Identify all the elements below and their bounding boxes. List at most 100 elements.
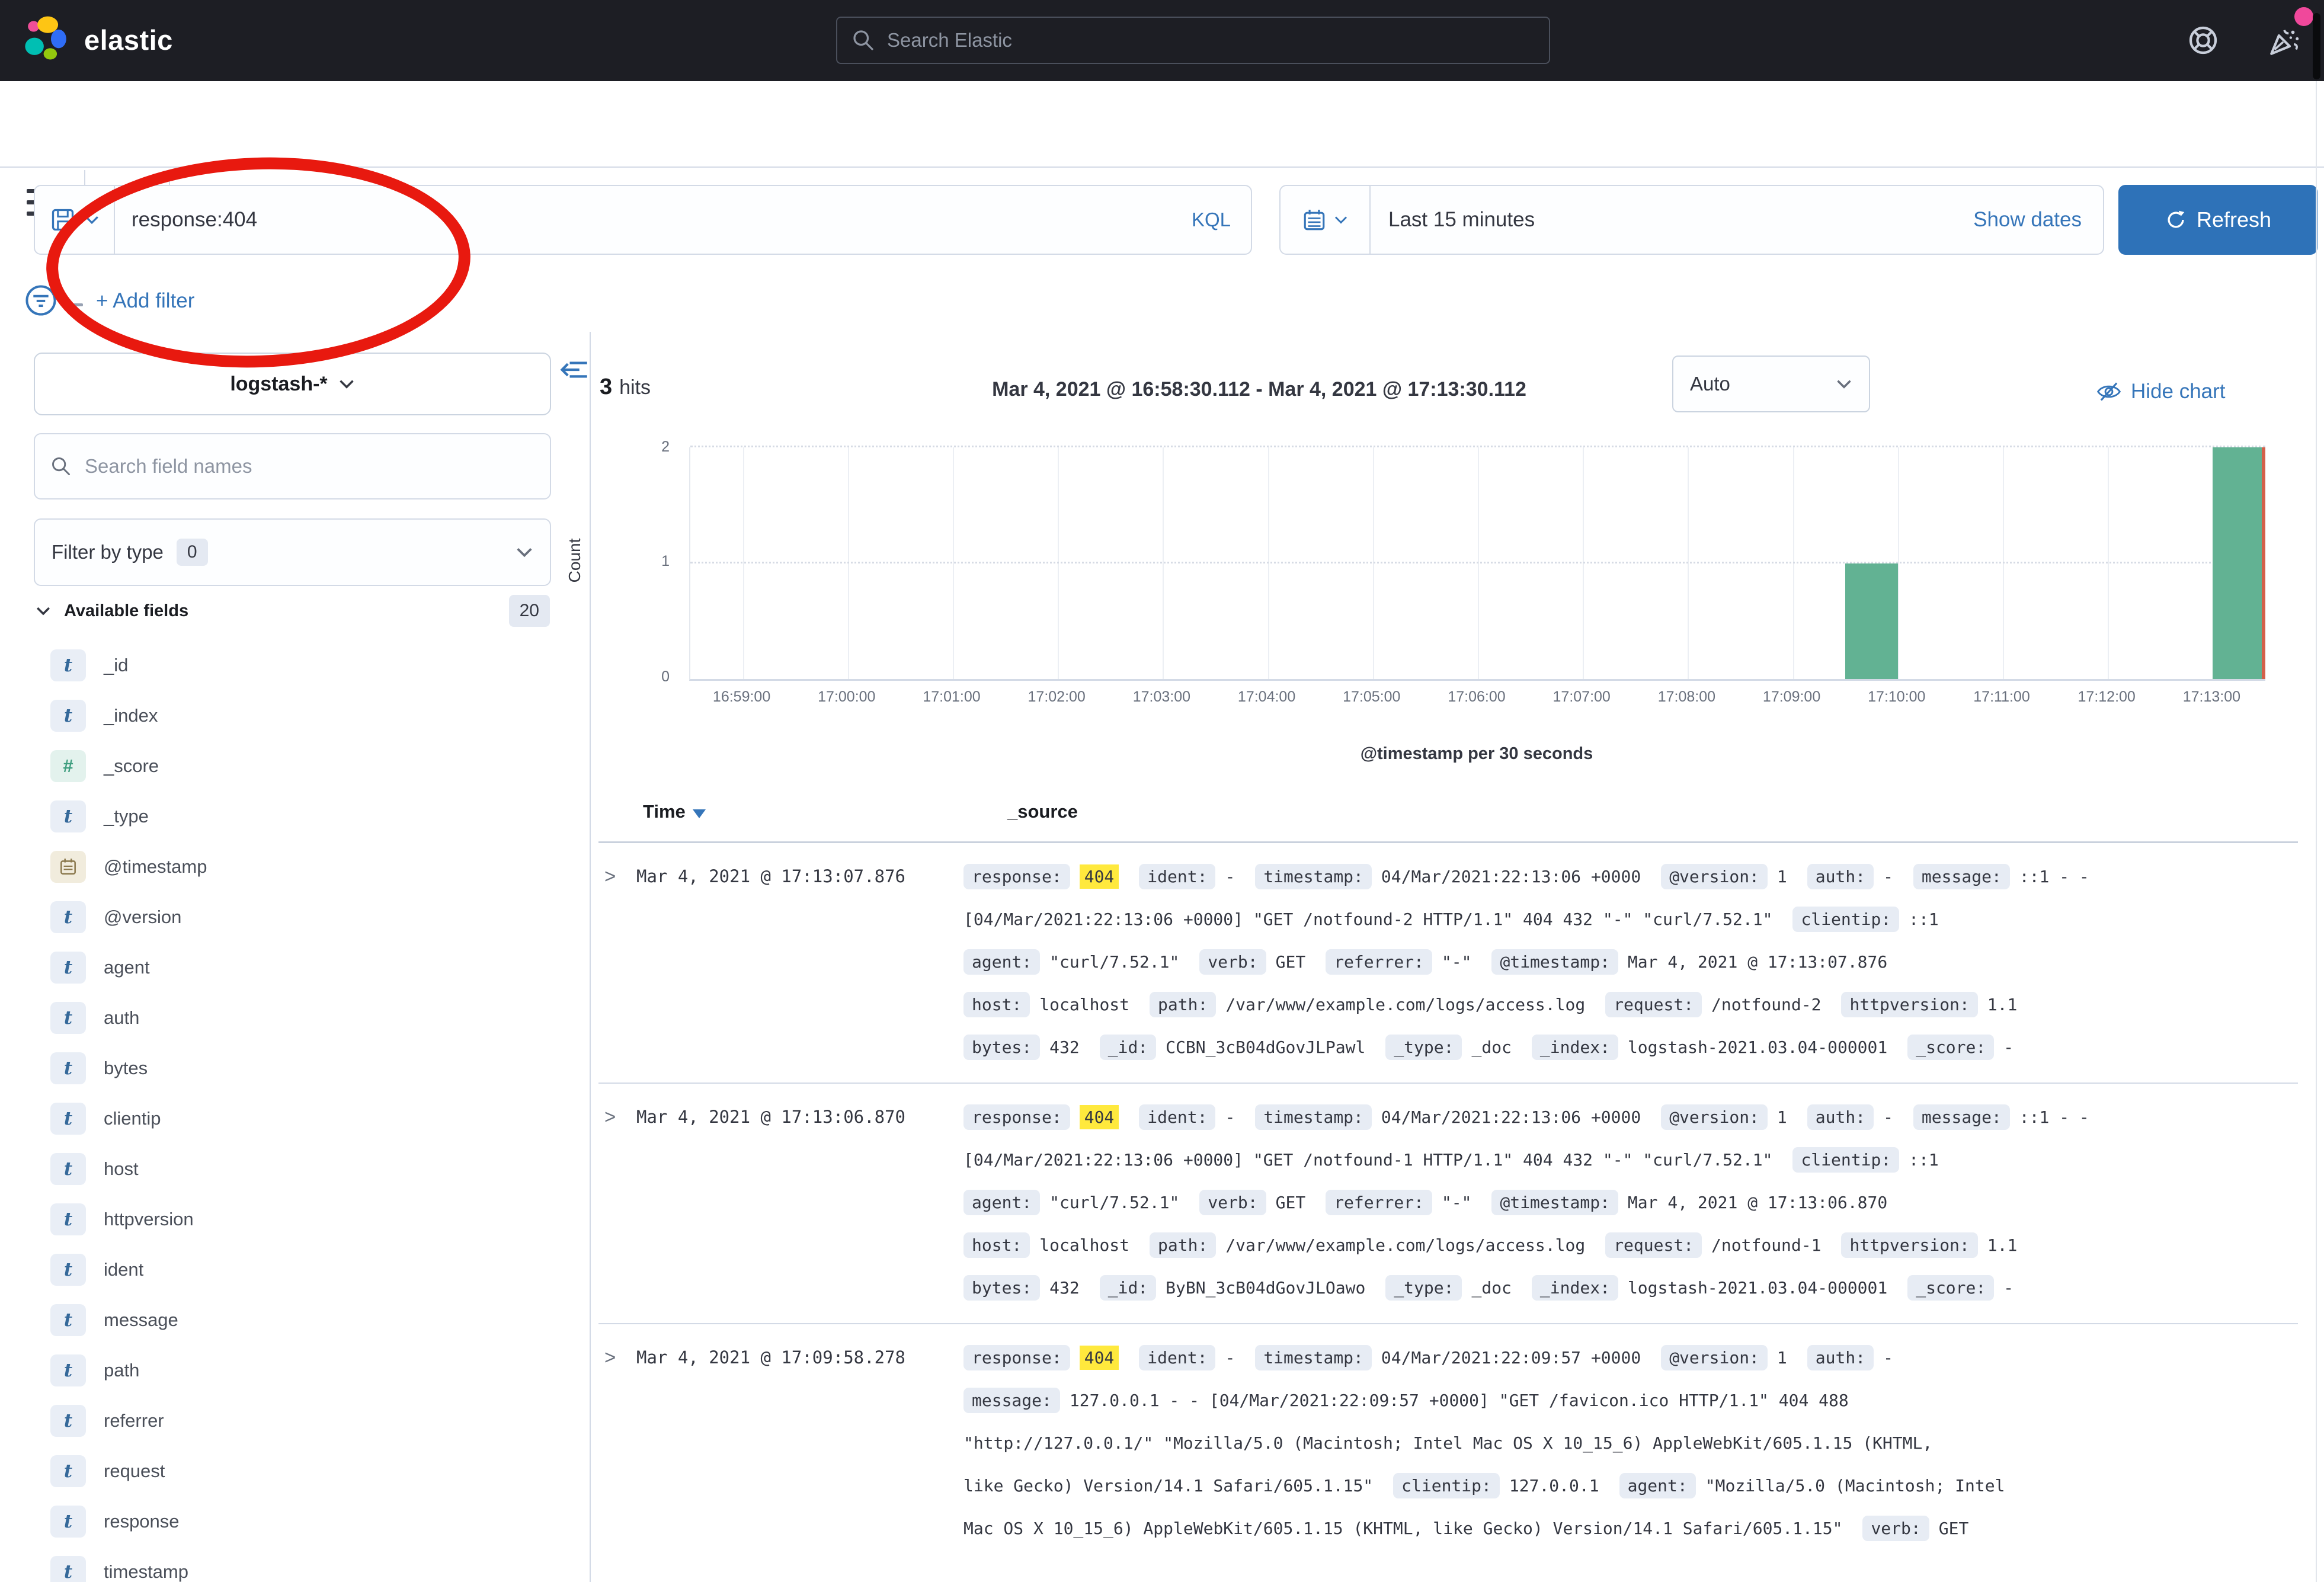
field-key-badge: response:	[963, 1345, 1070, 1370]
refresh-icon	[2165, 209, 2187, 231]
time-range-value[interactable]: Last 15 minutes	[1371, 208, 1973, 232]
field-key-badge: agent:	[963, 949, 1040, 975]
expand-row-button[interactable]: >	[598, 1336, 636, 1379]
field-key-badge: httpversion:	[1841, 992, 1977, 1017]
field-value: 1	[1777, 867, 1787, 886]
field-key-badge: response:	[963, 1104, 1070, 1130]
filter-set-menu-button[interactable]	[24, 283, 58, 318]
source-line: agent:"curl/7.52.1"verb:GETreferrer:"-"@…	[963, 940, 2298, 983]
expand-row-button[interactable]: >	[598, 1096, 636, 1138]
field-item-path[interactable]: tpath	[50, 1345, 551, 1395]
quick-select-menu-button[interactable]	[1281, 186, 1371, 254]
add-filter-button[interactable]: + Add filter	[96, 289, 194, 313]
gridline-vertical	[1373, 447, 1374, 679]
field-item-ident[interactable]: tident	[50, 1244, 551, 1295]
sort-desc-icon	[693, 809, 706, 818]
source-line: message:127.0.0.1 - - [04/Mar/2021:22:09…	[963, 1379, 2298, 1421]
field-value: -	[1225, 1107, 1235, 1127]
x-tick-label: 17:06:00	[1448, 688, 1505, 706]
query-input[interactable]: response:404 KQL	[34, 185, 1252, 255]
field-key-badge: referrer:	[1326, 1190, 1432, 1215]
field-key-badge: _score:	[1907, 1035, 1994, 1060]
field-item-clientip[interactable]: tclientip	[50, 1093, 551, 1144]
party-popper-icon	[2267, 24, 2301, 58]
field-key-badge: timestamp:	[1255, 1104, 1372, 1130]
field-value: ByBN_3cB04dGovJLOawo	[1166, 1278, 1365, 1298]
field-value: "-"	[1442, 952, 1472, 972]
calendar-icon	[58, 857, 78, 877]
field-name: path	[104, 1360, 139, 1381]
field-value: -	[1225, 867, 1235, 886]
source-line: bytes:432_id:ByBN_3cB04dGovJLOawo_type:_…	[963, 1266, 2298, 1309]
global-search-input[interactable]: Search Elastic	[836, 17, 1550, 64]
field-type-text-icon: t	[50, 1153, 86, 1185]
annotation-circle	[43, 150, 474, 375]
field-key-badge: agent:	[1619, 1473, 1696, 1498]
field-key-badge: _id:	[1100, 1035, 1156, 1060]
scrollbar-thumb[interactable]	[2313, 13, 2320, 79]
source-line: host:localhostpath:/var/www/example.com/…	[963, 983, 2298, 1026]
field-name: _type	[104, 806, 149, 827]
time-range-picker[interactable]: Last 15 minutes Show dates	[1279, 185, 2104, 255]
field-item-referrer[interactable]: treferrer	[50, 1395, 551, 1446]
field-key-badge: verb:	[1199, 949, 1266, 975]
available-fields-header[interactable]: Available fields 20	[36, 595, 550, 627]
field-item-httpversion[interactable]: thttpversion	[50, 1194, 551, 1244]
index-pattern-select[interactable]: logstash-*	[34, 353, 551, 415]
field-key-badge: _id:	[1100, 1275, 1156, 1301]
field-value: -	[2003, 1037, 2014, 1057]
filter-by-type-select[interactable]: Filter by type 0	[34, 518, 551, 586]
field-item-request[interactable]: trequest	[50, 1446, 551, 1496]
newsfeed-button[interactable]	[2267, 24, 2301, 58]
column-header-time[interactable]: Time	[643, 801, 706, 822]
field-item-agent[interactable]: tagent	[50, 942, 551, 992]
field-item-bytes[interactable]: tbytes	[50, 1043, 551, 1093]
query-text[interactable]: response:404	[115, 208, 1192, 232]
expand-row-button[interactable]: >	[598, 855, 636, 898]
collapse-sidebar-button[interactable]	[558, 354, 589, 385]
brand[interactable]: elastic	[18, 13, 173, 66]
field-item-timestamp[interactable]: ttimestamp	[50, 1546, 551, 1582]
histogram-bar[interactable]	[2213, 447, 2265, 679]
field-item-host[interactable]: thost	[50, 1144, 551, 1194]
field-item-response[interactable]: tresponse	[50, 1496, 551, 1546]
field-item-auth[interactable]: tauth	[50, 992, 551, 1043]
field-item-_type[interactable]: t_type	[50, 791, 551, 841]
field-item-_score[interactable]: #_score	[50, 741, 551, 791]
field-key-badge: clientip:	[1393, 1473, 1500, 1498]
help-button[interactable]	[2187, 24, 2220, 57]
saved-query-menu-button[interactable]	[35, 186, 115, 254]
field-key-badge: verb:	[1862, 1516, 1929, 1541]
chevron-down-icon	[36, 603, 51, 619]
filter-by-type-count: 0	[177, 539, 208, 566]
field-key-badge: request:	[1605, 992, 1702, 1017]
eye-slash-icon	[2096, 379, 2121, 404]
hide-chart-button[interactable]: Hide chart	[2096, 379, 2226, 404]
interval-select[interactable]: Auto	[1672, 356, 1870, 412]
field-value: "curl/7.52.1"	[1049, 1193, 1179, 1212]
x-tick-label: 17:03:00	[1133, 688, 1190, 706]
scrollbar-track[interactable]	[2316, 81, 2317, 1582]
query-language-button[interactable]: KQL	[1192, 209, 1251, 231]
chevron-down-icon	[1836, 376, 1852, 392]
field-key-badge: _index:	[1532, 1275, 1618, 1301]
y-tick-label: 2	[616, 438, 670, 456]
field-key-badge: agent:	[963, 1190, 1040, 1215]
field-type-text-icon: t	[50, 1304, 86, 1336]
field-key-badge: bytes:	[963, 1035, 1040, 1060]
field-item-_id[interactable]: t_id	[50, 640, 551, 690]
histogram-bar[interactable]	[1845, 563, 1898, 680]
field-search-input[interactable]: Search field names	[34, 433, 551, 499]
field-name: httpversion	[104, 1209, 194, 1230]
show-dates-button[interactable]: Show dates	[1973, 208, 2103, 232]
field-item-at-version[interactable]: t@version	[50, 892, 551, 942]
filter-by-type-label: Filter by type	[52, 541, 164, 563]
field-item-at-timestamp[interactable]: @timestamp	[50, 841, 551, 892]
gridline-horizontal	[690, 446, 2265, 447]
refresh-button[interactable]: Refresh	[2118, 185, 2317, 255]
chevron-down-icon	[516, 543, 533, 561]
field-item-_index[interactable]: t_index	[50, 690, 551, 741]
field-item-message[interactable]: tmessage	[50, 1295, 551, 1345]
field-key-badge: @version:	[1661, 1345, 1768, 1370]
histogram-plot[interactable]	[689, 447, 2265, 681]
